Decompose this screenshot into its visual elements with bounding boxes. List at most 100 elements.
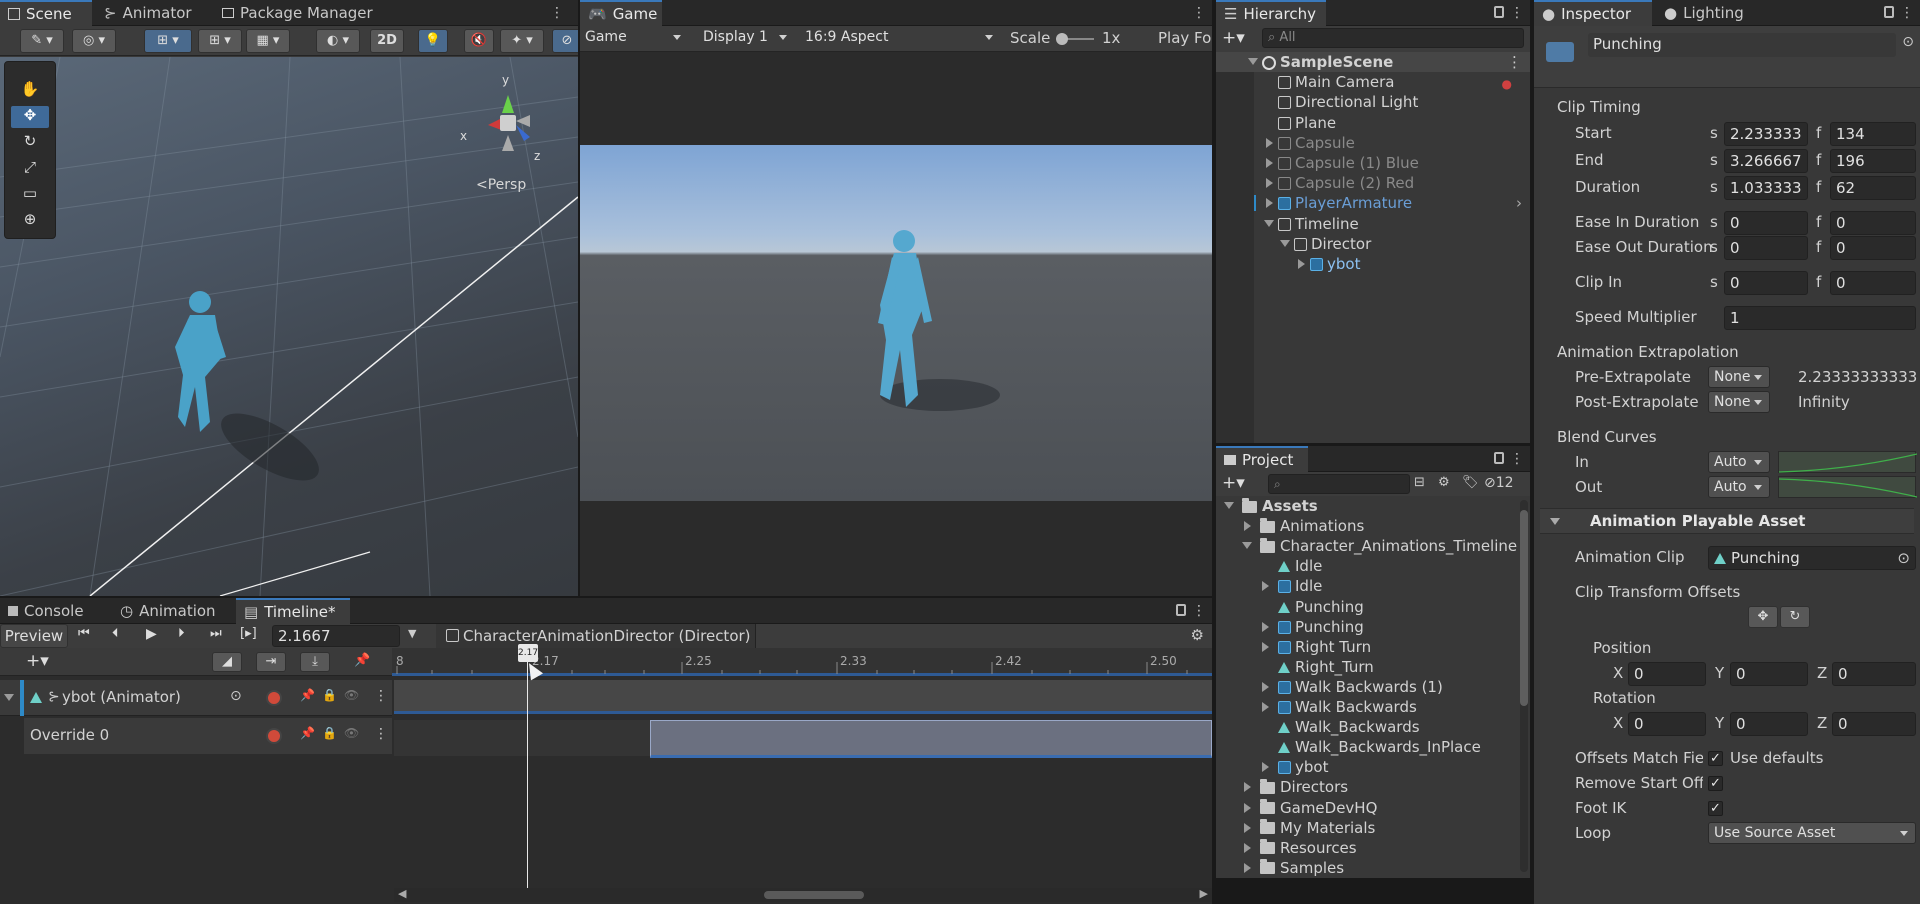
- project-search-input[interactable]: ⌕: [1268, 474, 1410, 494]
- track-mute-icon[interactable]: 👁: [344, 688, 359, 702]
- tab-hierarchy[interactable]: ☰ Hierarchy: [1216, 0, 1326, 26]
- game-view-dropdown[interactable]: Game: [580, 27, 688, 49]
- playable-asset-header[interactable]: Animation Playable Asset: [1540, 508, 1914, 534]
- track-menu-icon[interactable]: ⋮: [374, 688, 388, 704]
- grid-visibility-button[interactable]: ▦ ▾: [246, 29, 290, 53]
- render-mode-button[interactable]: ◐ ▾: [316, 29, 360, 53]
- expand-arrow-icon[interactable]: [1242, 542, 1252, 550]
- project-item[interactable]: Resources: [1216, 838, 1518, 858]
- project-item[interactable]: Assets: [1216, 496, 1518, 516]
- collapse-arrow-icon[interactable]: [1266, 137, 1273, 148]
- position-y-field[interactable]: 0: [1730, 662, 1808, 686]
- hierarchy-item[interactable]: Capsule (1) Blue: [1216, 153, 1530, 173]
- track-area[interactable]: [394, 680, 1212, 890]
- tab-animation[interactable]: ◷ Animation: [112, 598, 224, 624]
- draw-mode-button[interactable]: ✎ ▾: [20, 29, 64, 53]
- game-view[interactable]: [580, 145, 1212, 501]
- persp-label[interactable]: <Persp: [476, 177, 526, 193]
- override-pin-icon[interactable]: 📌: [300, 726, 315, 740]
- position-x-field[interactable]: 0: [1628, 662, 1706, 686]
- clip-in-seconds-field[interactable]: 0: [1724, 271, 1808, 295]
- collapse-arrow-icon[interactable]: [1244, 862, 1251, 873]
- rect-tool-icon[interactable]: ▭: [11, 184, 49, 206]
- rotation-x-field[interactable]: 0: [1628, 712, 1706, 736]
- goto-end-icon[interactable]: ⏭: [210, 626, 222, 641]
- audio-toggle-icon[interactable]: 🔇: [464, 29, 494, 53]
- foot-ik-checkbox[interactable]: ✓: [1708, 801, 1723, 816]
- blend-out-dropdown[interactable]: Auto: [1708, 476, 1770, 498]
- collapse-arrow-icon[interactable]: [1262, 621, 1269, 632]
- collapse-arrow-icon[interactable]: [1298, 259, 1305, 269]
- inspector-menu-icon[interactable]: ⋮: [1900, 0, 1914, 26]
- collapse-arrow-icon[interactable]: [1244, 521, 1251, 532]
- lighting-toggle-icon[interactable]: 💡: [418, 29, 448, 53]
- use-defaults-checkbox[interactable]: ✓: [1708, 751, 1723, 766]
- track-header-override[interactable]: Override 0 📌 🔒 👁 ⋮: [24, 718, 392, 754]
- clip-edit-replace-icon[interactable]: ⤓: [300, 652, 330, 672]
- tab-scene[interactable]: Scene: [0, 0, 92, 26]
- goto-start-icon[interactable]: ⏮: [78, 626, 90, 641]
- blend-in-dropdown[interactable]: Auto: [1708, 451, 1770, 473]
- search-by-label-icon[interactable]: ⚙: [1438, 475, 1456, 493]
- override-record-icon[interactable]: [266, 728, 282, 744]
- clip-edit-mix-icon[interactable]: ◢: [212, 652, 242, 672]
- end-seconds-field[interactable]: 3.266667: [1724, 149, 1808, 173]
- create-button[interactable]: +▾: [1222, 28, 1256, 48]
- markers-icon[interactable]: 📌: [354, 653, 370, 668]
- tab-game[interactable]: 🎮 Game: [580, 0, 662, 26]
- time-format-dropdown-icon[interactable]: ▼: [408, 627, 416, 640]
- search-by-type-icon[interactable]: ⊟: [1414, 475, 1432, 493]
- remove-start-offset-checkbox[interactable]: ✓: [1708, 776, 1723, 791]
- hidden-objects-icon[interactable]: ⊘: [552, 29, 578, 53]
- collapse-arrow-icon[interactable]: [1266, 198, 1273, 209]
- game-menu-icon[interactable]: ⋮: [1192, 0, 1206, 26]
- shading-globe-button[interactable]: ◎ ▾: [72, 29, 116, 53]
- scale-tool-icon[interactable]: ⤢: [11, 158, 49, 180]
- time-ruler[interactable]: 8 2.17 2.25 2.33 2.42 2.50: [392, 648, 1212, 676]
- project-lock-icon[interactable]: [1494, 452, 1504, 464]
- duration-frames-field[interactable]: 62: [1830, 176, 1916, 200]
- project-item[interactable]: Punching: [1216, 617, 1518, 637]
- project-item[interactable]: Walk Backwards (1): [1216, 677, 1518, 697]
- project-item[interactable]: GameDevHQ: [1216, 798, 1518, 818]
- add-track-button[interactable]: +▾: [26, 651, 49, 671]
- collapse-arrow-icon[interactable]: [1266, 158, 1273, 168]
- object-name-field[interactable]: Punching: [1588, 33, 1896, 57]
- open-prefab-icon[interactable]: ›: [1516, 193, 1522, 213]
- punching-clip[interactable]: [650, 720, 1212, 758]
- expand-arrow-icon[interactable]: [1224, 502, 1234, 509]
- expand-arrow-icon[interactable]: [1280, 239, 1290, 247]
- scale-slider-thumb[interactable]: [1056, 33, 1068, 45]
- tab-console[interactable]: Console: [0, 598, 92, 624]
- saved-search-icon[interactable]: 🏷: [1462, 475, 1480, 493]
- view-tool-hand-icon[interactable]: ✋: [11, 80, 49, 102]
- play-icon[interactable]: ▶: [146, 626, 157, 642]
- collapse-arrow-icon[interactable]: [1244, 802, 1251, 813]
- override-mute-icon[interactable]: 👁: [344, 726, 359, 740]
- blend-in-curve[interactable]: [1778, 451, 1918, 473]
- hierarchy-item[interactable]: ybot: [1216, 254, 1530, 274]
- display-dropdown[interactable]: Display 1: [698, 27, 794, 49]
- play-focused-dropdown[interactable]: Play Fo: [1158, 29, 1211, 47]
- track-lock-icon[interactable]: 🔒: [322, 688, 337, 702]
- director-breadcrumb[interactable]: CharacterAnimationDirector (Director): [436, 624, 756, 648]
- pre-extrapolate-dropdown[interactable]: None: [1708, 366, 1770, 388]
- rotate-tool-icon[interactable]: ↻: [11, 132, 49, 154]
- timeline-lock-icon[interactable]: [1176, 604, 1186, 616]
- object-picker-icon[interactable]: ⊙: [1897, 547, 1910, 569]
- project-item[interactable]: Character_Animations_Timeline: [1216, 536, 1518, 556]
- project-menu-icon[interactable]: ⋮: [1510, 446, 1524, 472]
- hidden-packages-icon[interactable]: ⊘12: [1484, 475, 1514, 491]
- rotation-y-field[interactable]: 0: [1730, 712, 1808, 736]
- start-frames-field[interactable]: 134: [1830, 122, 1916, 146]
- blend-out-curve[interactable]: [1778, 476, 1918, 498]
- track-header-ybot[interactable]: ⊱ ybot (Animator) ⊙ 📌 🔒 👁 ⋮: [0, 680, 392, 716]
- inspector-lock-icon[interactable]: [1884, 6, 1894, 18]
- ease-in-seconds-field[interactable]: 0: [1724, 211, 1808, 235]
- record-button-icon[interactable]: [266, 690, 282, 706]
- collapse-arrow-icon[interactable]: [1244, 842, 1251, 853]
- end-frames-field[interactable]: 196: [1830, 149, 1916, 173]
- hierarchy-item[interactable]: Director: [1216, 234, 1530, 254]
- start-seconds-field[interactable]: 2.233333: [1724, 122, 1808, 146]
- timeline-hscroll-thumb[interactable]: [764, 891, 864, 899]
